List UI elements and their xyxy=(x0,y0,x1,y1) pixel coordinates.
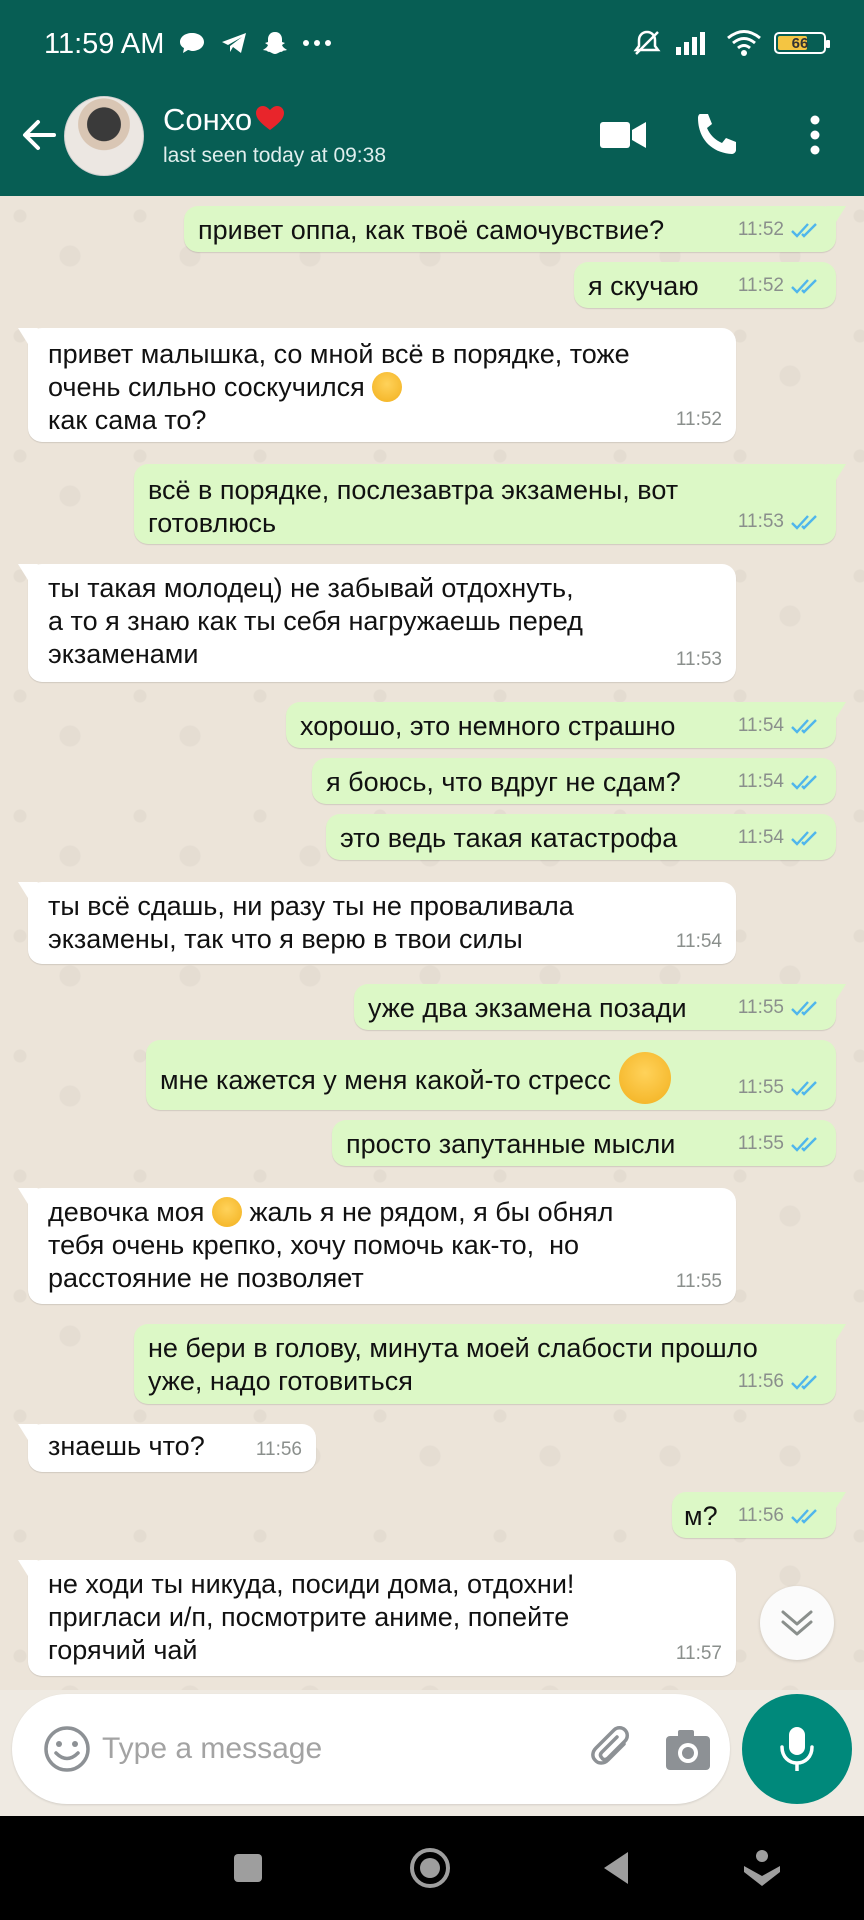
read-ticks-icon xyxy=(791,830,817,846)
video-call-icon[interactable] xyxy=(592,104,654,166)
message-outgoing[interactable]: м? 11:56 xyxy=(672,1492,846,1538)
status-bar: 11:59 AM 66 xyxy=(0,0,864,74)
chat-area[interactable]: привет оппа, как твоё самочувствие? 11:5… xyxy=(0,196,864,1690)
last-seen-status: last seen today at 09:38 xyxy=(163,144,386,167)
read-ticks-icon xyxy=(791,1080,817,1096)
message-outgoing[interactable]: уже два экзамена позади 11:55 xyxy=(354,984,846,1030)
message-outgoing[interactable]: я скучаю 11:52 xyxy=(574,262,836,308)
scroll-to-bottom-button[interactable] xyxy=(760,1586,834,1660)
read-ticks-icon xyxy=(791,1136,817,1152)
more-dots-icon xyxy=(303,40,331,46)
wifi-icon xyxy=(727,30,761,56)
system-navigation-bar xyxy=(0,1816,864,1920)
battery-level: 66 xyxy=(791,34,809,52)
emoji-icon[interactable] xyxy=(40,1722,94,1776)
read-ticks-icon xyxy=(791,278,817,294)
pleading-face-emoji xyxy=(372,371,403,402)
read-ticks-icon xyxy=(791,718,817,734)
signal-icon xyxy=(676,32,705,55)
status-time: 11:59 AM xyxy=(44,28,165,60)
message-outgoing[interactable]: хорошо, это немного страшно 11:54 xyxy=(286,702,846,748)
chat-header: Сонхо last seen today at 09:38 xyxy=(0,74,864,196)
home-icon[interactable] xyxy=(404,1842,456,1894)
double-chevron-down-icon xyxy=(781,1610,813,1636)
read-ticks-icon xyxy=(791,1000,817,1016)
attachment-icon[interactable] xyxy=(584,1722,640,1778)
message-outgoing[interactable]: привет оппа, как твоё самочувствие? 11:5… xyxy=(184,206,846,252)
message-composer xyxy=(12,1694,730,1804)
read-ticks-icon xyxy=(791,1508,817,1524)
contact-name[interactable]: Сонхо xyxy=(163,102,286,138)
message-outgoing[interactable]: я боюсь, что вдруг не сдам? 11:54 xyxy=(312,758,836,804)
crying-face-emoji xyxy=(618,1052,671,1104)
message-incoming[interactable]: ты всё сдашь, ни разу ты не проваливала … xyxy=(18,882,736,964)
message-outgoing[interactable]: это ведь такая катастрофа 11:54 xyxy=(326,814,836,860)
message-incoming[interactable]: девочка моя жаль я не рядом, я бы обнял … xyxy=(18,1188,736,1304)
red-heart-icon xyxy=(256,106,285,130)
microphone-icon xyxy=(780,1727,814,1771)
message-outgoing[interactable]: всё в порядке, послезавтра экзамены, вот… xyxy=(134,464,846,544)
read-ticks-icon xyxy=(791,774,817,790)
message-incoming[interactable]: привет малышка, со мной всё в порядке, т… xyxy=(18,328,736,442)
read-ticks-icon xyxy=(791,514,817,530)
voice-call-icon[interactable] xyxy=(686,104,748,166)
message-outgoing[interactable]: просто запутанные мысли 11:55 xyxy=(332,1120,836,1166)
muted-bell-icon xyxy=(633,30,661,55)
message-incoming[interactable]: ты такая молодец) не забывай отдохнуть, … xyxy=(18,564,736,682)
pleading-face-emoji xyxy=(211,1196,242,1227)
read-ticks-icon xyxy=(791,222,817,238)
message-outgoing[interactable]: мне кажется у меня какой-то стресс 11:55 xyxy=(146,1040,836,1110)
camera-icon[interactable] xyxy=(660,1722,716,1778)
message-input[interactable] xyxy=(100,1722,574,1776)
back-icon[interactable] xyxy=(592,1842,644,1894)
voice-message-button[interactable] xyxy=(742,1694,852,1804)
avatar[interactable] xyxy=(64,96,144,176)
recent-apps-icon[interactable] xyxy=(222,1842,274,1894)
telegram-icon xyxy=(222,33,246,53)
back-arrow-icon[interactable] xyxy=(16,112,62,158)
message-incoming[interactable]: знаешь что? 11:56 xyxy=(18,1424,316,1472)
assistant-icon[interactable] xyxy=(736,1842,788,1894)
message-outgoing[interactable]: не бери в голову, минута моей слабости п… xyxy=(134,1324,846,1404)
battery-icon: 66 xyxy=(774,32,830,54)
more-options-icon[interactable] xyxy=(784,104,846,166)
chat-bubble-icon xyxy=(180,33,204,53)
read-ticks-icon xyxy=(791,1374,817,1390)
snapchat-icon xyxy=(263,32,287,54)
message-incoming[interactable]: не ходи ты никуда, посиди дома, отдохни!… xyxy=(18,1560,736,1676)
